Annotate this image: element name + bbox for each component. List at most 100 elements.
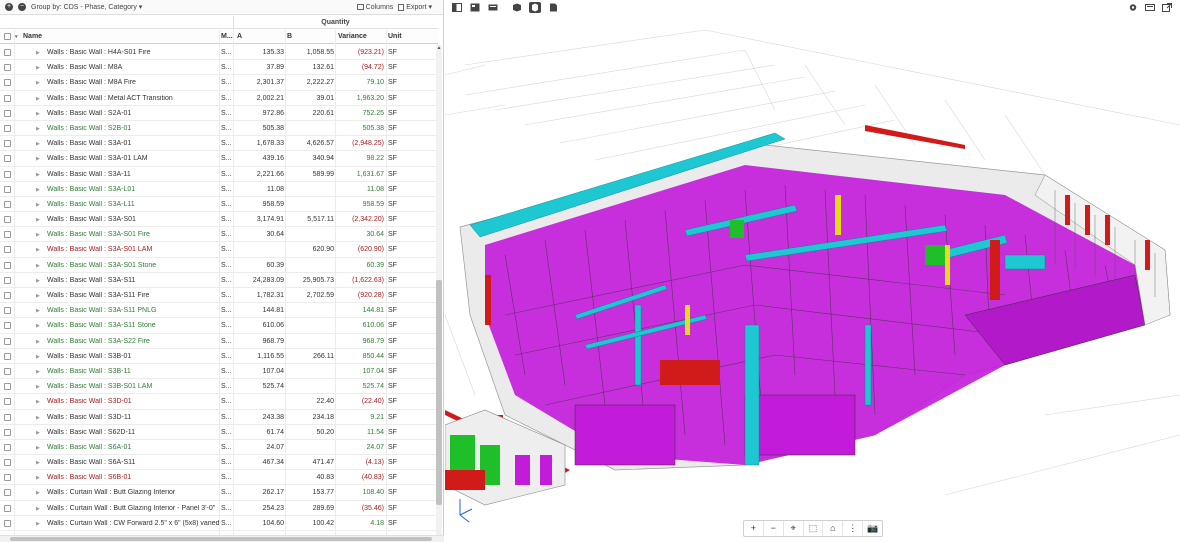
- expand-all-button[interactable]: +: [5, 3, 13, 11]
- screenshot-camera-button[interactable]: 📷: [863, 521, 882, 536]
- row-checkbox[interactable]: [4, 155, 11, 163]
- row-checkbox[interactable]: [4, 170, 11, 178]
- expand-row-icon[interactable]: ▶: [36, 141, 40, 147]
- row-checkbox[interactable]: [4, 64, 11, 72]
- table-row[interactable]: ▶ Walls : Curtain Wall : Butt Glazing Int…: [0, 501, 438, 516]
- table-row[interactable]: ▶ Walls : Basic Wall : S3A-11 S... 2,221.66…: [0, 167, 438, 182]
- group-by-dropdown[interactable]: Group by: CDS - Phase, Category ▾: [31, 3, 142, 11]
- expand-row-icon[interactable]: ▶: [36, 430, 40, 436]
- expand-row-icon[interactable]: ▶: [36, 232, 40, 238]
- row-checkbox[interactable]: [4, 474, 11, 482]
- zoom-out-button[interactable]: −: [764, 521, 784, 536]
- export-button[interactable]: Export ▾: [398, 3, 432, 11]
- expand-row-icon[interactable]: ▶: [36, 339, 40, 345]
- table-row[interactable]: ▶ Walls : Basic Wall : S3A-S11 PNLG S... 14…: [0, 303, 438, 319]
- expand-row-icon[interactable]: ▶: [36, 445, 40, 451]
- row-checkbox[interactable]: [4, 216, 11, 224]
- header-m[interactable]: M...: [221, 33, 233, 40]
- vertical-scroll-thumb[interactable]: [436, 280, 442, 505]
- keyboard-icon[interactable]: [1145, 3, 1155, 12]
- expand-row-icon[interactable]: ▶: [36, 384, 40, 390]
- expand-row-icon[interactable]: ▶: [36, 247, 40, 253]
- building-3d-model[interactable]: [445, 15, 1180, 535]
- table-row[interactable]: ▶ Walls : Basic Wall : S3B-11 S... 107.04 10…: [0, 364, 438, 380]
- table-row[interactable]: ▶ Walls : Basic Wall : S62D-11 S... 61.74 50…: [0, 425, 438, 440]
- model-3d-icon[interactable]: [512, 3, 522, 12]
- row-checkbox[interactable]: [4, 49, 11, 56]
- row-checkbox[interactable]: [4, 292, 11, 299]
- expand-row-icon[interactable]: ▶: [36, 369, 40, 375]
- table-row[interactable]: ▶ Walls : Basic Wall : S3A-S22 Fire S... 96…: [0, 334, 438, 349]
- horizontal-scroll-thumb[interactable]: [10, 537, 432, 541]
- row-checkbox[interactable]: [4, 94, 11, 102]
- popout-icon[interactable]: [1162, 3, 1172, 12]
- row-checkbox[interactable]: [4, 261, 11, 269]
- select-all-checkbox[interactable]: [4, 33, 11, 40]
- table-row[interactable]: ▶ Walls : Curtain Wall : Butt Glazing Int…: [0, 485, 438, 501]
- zoom-in-button[interactable]: +: [744, 521, 764, 536]
- model-viewer[interactable]: + − ⌖ ⬚ ⌂ ⋮ 📷: [445, 0, 1180, 542]
- expand-row-icon[interactable]: ▶: [36, 263, 40, 269]
- row-checkbox[interactable]: [4, 124, 11, 132]
- row-checkbox[interactable]: [4, 398, 11, 406]
- section-box-button[interactable]: ⬚: [804, 521, 824, 536]
- row-checkbox[interactable]: [4, 352, 11, 360]
- table-row[interactable]: ▶ Walls : Basic Wall : S3A-L01 S... 11.08 11…: [0, 182, 438, 197]
- expand-row-icon[interactable]: ▶: [36, 415, 40, 421]
- vertical-scrollbar[interactable]: ▲: [436, 45, 442, 535]
- properties-icon[interactable]: [470, 3, 480, 12]
- expand-row-icon[interactable]: ▶: [36, 202, 40, 208]
- header-name[interactable]: Name: [23, 33, 42, 40]
- sort-caret-icon[interactable]: ▾: [15, 34, 18, 40]
- expand-row-icon[interactable]: ▶: [36, 172, 40, 178]
- table-row[interactable]: ▶ Walls : Basic Wall : S3A-S01 S... 3,174.9…: [0, 212, 438, 228]
- table-row[interactable]: ▶ Walls : Basic Wall : S3A-01 S... 1,678.33…: [0, 136, 438, 152]
- table-row[interactable]: ▶ Walls : Basic Wall : S3A-S11 S... 24,283.…: [0, 273, 438, 288]
- table-row[interactable]: ▶ Walls : Basic Wall : S3B-S01 LAM S... 525…: [0, 379, 438, 395]
- row-checkbox[interactable]: [4, 109, 11, 117]
- row-checkbox[interactable]: [4, 383, 11, 391]
- expand-row-icon[interactable]: ▶: [36, 217, 40, 223]
- expand-row-icon[interactable]: ▶: [36, 126, 40, 132]
- header-a[interactable]: A: [237, 33, 242, 40]
- expand-row-icon[interactable]: ▶: [36, 278, 40, 284]
- table-row[interactable]: ▶ Walls : Basic Wall : S3B-01 S... 1,116.55…: [0, 349, 438, 364]
- expand-row-icon[interactable]: ▶: [36, 490, 40, 496]
- expand-row-icon[interactable]: ▶: [36, 65, 40, 71]
- row-checkbox[interactable]: [4, 231, 11, 239]
- table-row[interactable]: ▶ Walls : Basic Wall : S3A-L11 S... 958.59 9…: [0, 197, 438, 213]
- table-row[interactable]: ▶ Walls : Basic Wall : S3A-S11 Fire S... 1,…: [0, 288, 438, 304]
- row-checkbox[interactable]: [4, 428, 11, 436]
- table-row[interactable]: ▶ Walls : Basic Wall : S3A-S01 Fire S... 30…: [0, 227, 438, 243]
- table-row[interactable]: ▶ Walls : Curtain Wall : CW Forward 2.5" …: [0, 516, 438, 531]
- row-checkbox[interactable]: [4, 322, 11, 330]
- table-row[interactable]: ▶ Walls : Basic Wall : S3D-01 S... 22.40 (22…: [0, 394, 438, 410]
- row-checkbox[interactable]: [4, 140, 11, 148]
- expand-row-icon[interactable]: ▶: [36, 96, 40, 102]
- row-checkbox[interactable]: [4, 367, 11, 375]
- columns-button[interactable]: Columns: [356, 4, 393, 11]
- settings-gear-icon[interactable]: [1128, 3, 1138, 12]
- row-checkbox[interactable]: [4, 459, 11, 467]
- row-checkbox[interactable]: [4, 504, 11, 512]
- table-row[interactable]: ▶ Walls : Basic Wall : Metal ACT Transiti…: [0, 91, 438, 106]
- layout-icon[interactable]: [488, 3, 498, 12]
- expand-row-icon[interactable]: ▶: [36, 293, 40, 299]
- row-checkbox[interactable]: [4, 443, 11, 451]
- home-view-button[interactable]: ⌂: [823, 521, 844, 536]
- row-checkbox[interactable]: [4, 246, 11, 254]
- fit-view-button[interactable]: ⌖: [784, 521, 804, 536]
- row-checkbox[interactable]: [4, 307, 11, 315]
- row-checkbox[interactable]: [4, 413, 11, 421]
- table-row[interactable]: ▶ Walls : Basic Wall : S3A-01 LAM S... 439.…: [0, 151, 438, 167]
- expand-row-icon[interactable]: ▶: [36, 187, 40, 193]
- sheet-icon[interactable]: [548, 3, 558, 12]
- collapse-all-button[interactable]: −: [18, 3, 26, 11]
- table-row[interactable]: ▶ Walls : Basic Wall : H4A-S01 Fire S... 13…: [0, 45, 438, 61]
- table-row[interactable]: ▶ Walls : Basic Wall : M8A Fire S... 2,301.…: [0, 75, 438, 91]
- row-checkbox[interactable]: [4, 185, 11, 193]
- row-checkbox[interactable]: [4, 79, 11, 87]
- expand-row-icon[interactable]: ▶: [36, 111, 40, 117]
- expand-row-icon[interactable]: ▶: [36, 50, 40, 56]
- expand-row-icon[interactable]: ▶: [36, 308, 40, 314]
